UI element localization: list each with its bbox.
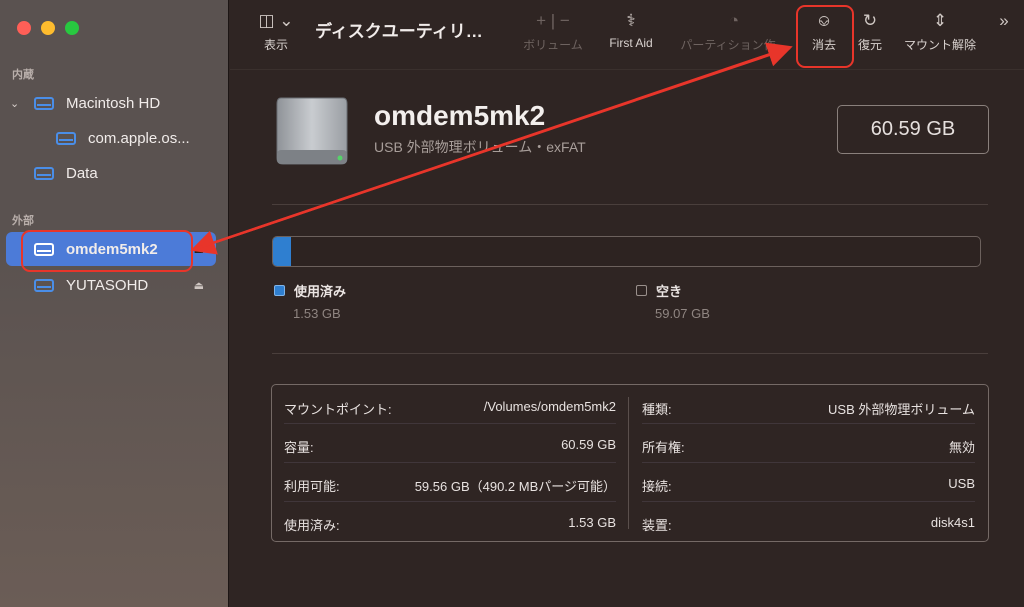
free-value: 59.07 GB xyxy=(655,306,710,321)
row-divider xyxy=(642,462,975,463)
external-disk-icon xyxy=(34,278,54,292)
annotation-highlight-erase xyxy=(796,5,854,68)
info-row: 容量: 60.59 GB xyxy=(284,437,616,455)
window-title: ディスクユーティリ… xyxy=(315,22,483,41)
section-label-internal: 内蔵 xyxy=(12,69,34,81)
divider xyxy=(272,204,988,205)
info-row: 接続: USB xyxy=(642,476,975,494)
divider xyxy=(272,353,988,354)
unmount-icon: ⇕ xyxy=(932,11,948,30)
legend-used: 使用済み xyxy=(274,281,346,300)
sidebar-item-label: com.apple.os... xyxy=(88,129,190,147)
partition-button[interactable]: ◔ パーティション作… xyxy=(676,10,792,53)
row-divider xyxy=(642,423,975,424)
info-row: 所有権: 無効 xyxy=(642,440,975,455)
used-swatch xyxy=(274,285,285,296)
eject-icon[interactable]: ⏏ xyxy=(194,243,204,256)
row-divider xyxy=(284,462,616,463)
double-chevron-right-icon: » xyxy=(999,11,1009,30)
internal-disk-icon xyxy=(34,96,54,110)
sidebar-item-yutasohd[interactable]: YUTASOHD ⏏ xyxy=(6,268,216,302)
free-swatch xyxy=(636,285,647,296)
usage-bar-used xyxy=(273,237,291,266)
zoom-window-button[interactable] xyxy=(65,21,79,35)
info-row: 種類: USB 外部物理ボリューム xyxy=(642,402,975,417)
plus-minus-icon: + | − xyxy=(536,11,570,30)
view-button[interactable]: ◫ ⌄ 表示 xyxy=(254,10,298,53)
sidebar-item-label: Data xyxy=(66,164,98,182)
sidebar-item-com-apple-os[interactable]: com.apple.os... xyxy=(6,121,216,155)
sidebar-item-label: Macintosh HD xyxy=(66,94,161,112)
usage-bar xyxy=(272,236,981,267)
annotation-highlight-volume xyxy=(21,230,193,272)
volume-disk-icon xyxy=(56,131,76,145)
chevron-down-icon[interactable]: ⌄ xyxy=(10,97,24,110)
close-window-button[interactable] xyxy=(17,21,31,35)
info-row: 使用済み: 1.53 GB xyxy=(284,515,616,533)
info-row: 利用可能: 59.56 GB（490.2 MBパージ可能） xyxy=(284,479,616,494)
sidebar-view-icon: ◫ ⌄ xyxy=(258,11,294,30)
eject-icon[interactable]: ⏏ xyxy=(194,279,204,292)
restore-button[interactable]: ↻ 復元 xyxy=(852,10,888,53)
row-divider xyxy=(642,501,975,502)
capacity-badge: 60.59 GB xyxy=(837,105,989,154)
external-drive-icon xyxy=(276,97,348,165)
volume-subtitle: USB 外部物理ボリューム・exFAT xyxy=(374,139,586,155)
restore-arrow-icon: ↻ xyxy=(862,11,878,30)
info-row: 装置: disk4s1 xyxy=(642,515,975,533)
info-table: マウントポイント: /Volumes/omdem5mk2 容量: 60.59 G… xyxy=(271,384,989,542)
first-aid-button[interactable]: ⚕ First Aid xyxy=(600,10,662,50)
sidebar-item-macintosh-hd[interactable]: ⌄ Macintosh HD xyxy=(6,86,216,120)
minimize-window-button[interactable] xyxy=(41,21,55,35)
sidebar: 内蔵 ⌄ Macintosh HD com.apple.os... Data 外… xyxy=(0,0,229,607)
info-row: マウントポイント: /Volumes/omdem5mk2 xyxy=(284,399,616,417)
pie-chart-icon: ◔ xyxy=(728,11,740,30)
sidebar-item-data[interactable]: Data xyxy=(6,156,216,190)
legend-free: 空き xyxy=(636,281,682,300)
more-toolbar-button[interactable]: » xyxy=(992,10,1016,32)
unmount-button[interactable]: ⇕ マウント解除 xyxy=(898,10,982,53)
section-label-external: 外部 xyxy=(12,215,34,227)
column-divider xyxy=(628,397,629,529)
row-divider xyxy=(284,501,616,502)
sidebar-item-label: YUTASOHD xyxy=(66,276,149,294)
row-divider xyxy=(284,423,616,424)
volume-disk-icon xyxy=(34,166,54,180)
stethoscope-icon: ⚕ xyxy=(626,11,636,30)
volume-name: omdem5mk2 xyxy=(374,100,546,131)
used-value: 1.53 GB xyxy=(293,306,341,321)
volume-button[interactable]: + | − ボリューム xyxy=(518,10,588,53)
